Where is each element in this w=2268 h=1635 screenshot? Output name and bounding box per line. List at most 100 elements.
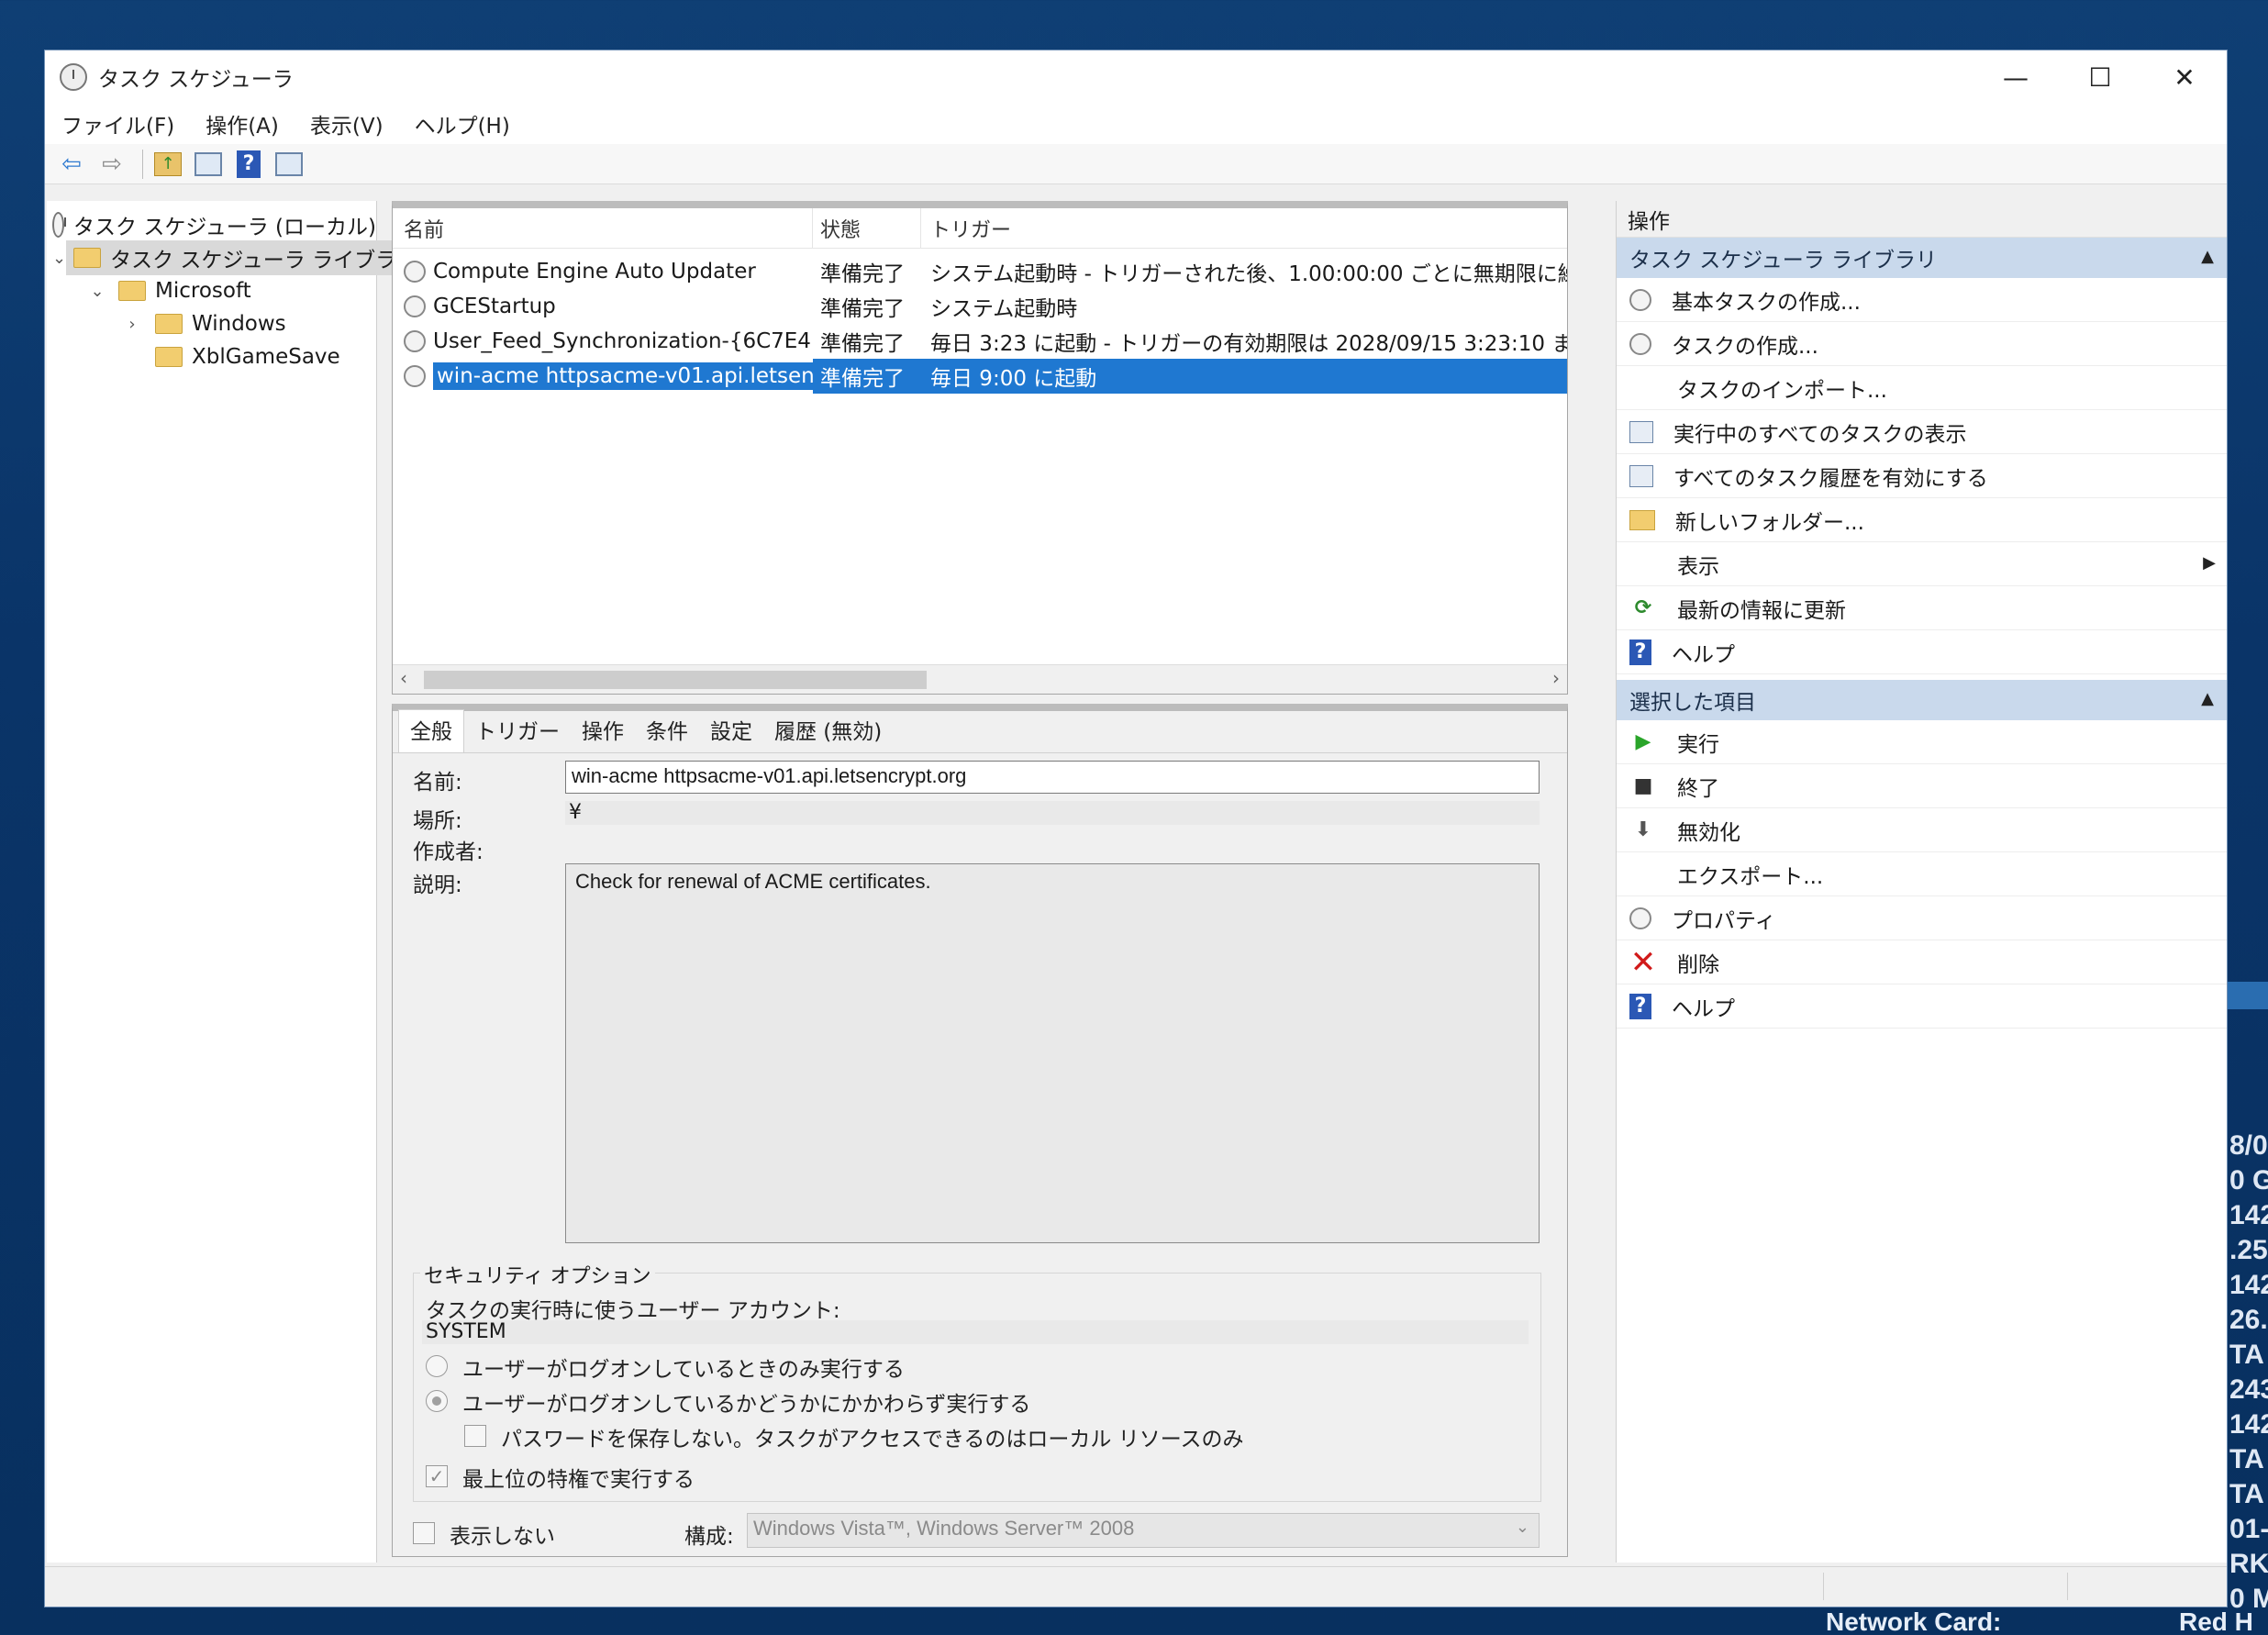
radio-run-whether-label: ユーザーがログオンしているかどうかにかかわらず実行する — [462, 1393, 1031, 1417]
tab-actions[interactable]: 操作 — [571, 714, 635, 752]
action-new-folder[interactable]: 新しいフォルダー... — [1617, 498, 2227, 542]
config-select[interactable]: Windows Vista™, Windows Server™ 2008 ⌄ — [747, 1513, 1540, 1548]
action-run[interactable]: ▶ 実行 — [1617, 720, 2227, 764]
scroll-left-icon[interactable]: ‹ — [400, 667, 407, 689]
section-library[interactable]: タスク スケジューラ ライブラリ ▲ — [1617, 238, 2227, 278]
menu-help[interactable]: ヘルプ(H) — [415, 108, 510, 139]
checkbox-highest-privileges[interactable]: ✓ — [426, 1465, 448, 1487]
menu-view[interactable]: 表示(V) — [310, 108, 384, 139]
action-label: ヘルプ — [1672, 996, 1735, 1021]
checkbox-no-password[interactable] — [464, 1425, 486, 1447]
tree-root[interactable]: タスク スケジューラ (ローカル) — [47, 208, 376, 241]
security-options-title: セキュリティ オプション — [420, 1260, 655, 1289]
table-row-selected[interactable]: win-acme httpsacme-v01.api.letsencr... 準… — [393, 359, 1567, 394]
action-create-basic-task[interactable]: 基本タスクの作成... — [1617, 278, 2227, 322]
checkbox-hidden[interactable] — [413, 1522, 435, 1544]
tab-conditions[interactable]: 条件 — [635, 714, 699, 752]
tree-library[interactable]: ⌄ タスク スケジューラ ライブラリ — [47, 240, 424, 275]
account-field: SYSTEM — [422, 1320, 1529, 1344]
scrollbar-thumb[interactable] — [424, 671, 927, 689]
chevron-right-icon[interactable]: › — [122, 315, 142, 334]
minimize-button[interactable]: — — [1973, 50, 2058, 104]
tree-xbl-label: XblGameSave — [192, 345, 340, 369]
maximize-button[interactable]: ☐ — [2058, 50, 2142, 104]
action-refresh[interactable]: ⟳ 最新の情報に更新 — [1617, 586, 2227, 630]
menu-action[interactable]: 操作(A) — [206, 108, 279, 139]
action-properties[interactable]: プロパティ — [1617, 896, 2227, 940]
column-trigger[interactable]: トリガー — [921, 208, 1567, 248]
tab-general[interactable]: 全般 — [398, 709, 464, 752]
menu-file[interactable]: ファイル(F) — [61, 108, 174, 139]
collapse-icon[interactable]: ▲ — [2201, 689, 2214, 708]
forward-arrow-icon[interactable]: ⇨ — [94, 148, 129, 181]
desktop-text-line: 142 — [2229, 1270, 2268, 1300]
radio-run-whether-logged-on[interactable] — [426, 1390, 448, 1412]
new-folder-icon — [1629, 509, 1655, 530]
section-selected-item[interactable]: 選択した項目 ▲ — [1617, 680, 2227, 720]
action-import-task[interactable]: タスクのインポート... — [1617, 366, 2227, 410]
radio-run-logged-on[interactable] — [426, 1355, 448, 1377]
collapse-icon[interactable]: ▲ — [2201, 247, 2214, 266]
toolbar: ⇦ ⇨ ↑ ? — [45, 144, 2227, 184]
table-row[interactable]: Compute Engine Auto Updater 準備完了 システム起動時… — [393, 254, 1567, 289]
scroll-right-icon[interactable]: › — [1552, 667, 1560, 689]
checkbox-no-password-label: パスワードを保存しない。タスクがアクセスできるのはローカル リソースのみ — [501, 1428, 1244, 1451]
action-delete[interactable]: ✕ 削除 — [1617, 940, 2227, 984]
tab-history[interactable]: 履歴 (無効) — [763, 714, 893, 752]
help-button[interactable]: ? — [231, 148, 266, 181]
desktop-text-line: RK — [2229, 1549, 2268, 1579]
task-details: 全般 トリガー 操作 条件 設定 履歴 (無効) 名前: win-acme ht… — [392, 704, 1568, 1557]
table-row[interactable]: User_Feed_Synchronization-{6C7E412... 準備… — [393, 324, 1567, 359]
action-show-running[interactable]: 実行中のすべてのタスクの表示 — [1617, 410, 2227, 454]
title-bar[interactable]: タスク スケジューラ — ☐ ✕ — [45, 50, 2227, 104]
console-tree-icon — [195, 151, 222, 176]
chevron-down-icon[interactable]: ⌄ — [52, 249, 66, 268]
action-label: 実行中のすべてのタスクの表示 — [1673, 422, 1967, 447]
description-field[interactable]: Check for renewal of ACME certificates. — [565, 863, 1540, 1243]
action-view[interactable]: 表示 ▶ — [1617, 542, 2227, 586]
desktop-text-line: 142 — [2229, 1409, 2268, 1440]
chevron-down-icon[interactable]: ⌄ — [87, 282, 107, 301]
radio-run-logged-on-label: ユーザーがログオンしているときのみ実行する — [462, 1358, 905, 1382]
show-tree-button[interactable] — [191, 148, 226, 181]
action-export[interactable]: エクスポート... — [1617, 852, 2227, 896]
name-field[interactable]: win-acme httpsacme-v01.api.letsencrypt.o… — [565, 761, 1540, 794]
action-enable-history[interactable]: すべてのタスク履歴を有効にする — [1617, 454, 2227, 498]
action-help-selected[interactable]: ? ヘルプ — [1617, 984, 2227, 1029]
action-label: 終了 — [1677, 776, 1719, 801]
tab-triggers[interactable]: トリガー — [464, 714, 571, 752]
task-name: GCEStartup — [433, 295, 556, 318]
tree-xblgamesave[interactable]: XblGameSave — [47, 340, 376, 373]
desktop-info-text: 8/0 0 G 142.25 142 26. TA 243 142 TA TA 01- RK 0 M — [2229, 1129, 2268, 1635]
tab-settings[interactable]: 設定 — [699, 714, 763, 752]
column-name[interactable]: 名前 — [393, 208, 813, 248]
desktop-text-line: TA — [2229, 1479, 2264, 1509]
action-label: エクスポート... — [1677, 864, 1824, 889]
column-state[interactable]: 状態 — [813, 208, 921, 248]
show-action-pane-button[interactable] — [272, 148, 306, 181]
toolbar-separator — [142, 149, 143, 179]
tree-microsoft[interactable]: ⌄ Microsoft — [47, 274, 376, 307]
tree-windows[interactable]: › Windows — [47, 307, 376, 340]
up-folder-button[interactable]: ↑ — [150, 148, 185, 181]
create-task-icon — [1629, 332, 1651, 355]
close-button[interactable]: ✕ — [2142, 50, 2227, 104]
action-end[interactable]: ■ 終了 — [1617, 764, 2227, 808]
action-disable[interactable]: ⬇ 無効化 — [1617, 808, 2227, 852]
action-label: すべてのタスク履歴を有効にする — [1673, 466, 1988, 491]
actions-pane: 操作 タスク スケジューラ ライブラリ ▲ 基本タスクの作成... タスクの作成… — [1616, 201, 2227, 1563]
action-help[interactable]: ? ヘルプ — [1617, 630, 2227, 674]
horizontal-scrollbar[interactable]: ‹ › — [393, 664, 1567, 694]
blank-icon — [1629, 551, 1657, 578]
blank-icon — [1629, 374, 1657, 402]
tree-windows-label: Windows — [192, 312, 286, 336]
back-arrow-icon[interactable]: ⇦ — [54, 148, 89, 181]
play-icon: ▶ — [1635, 730, 1651, 753]
table-row[interactable]: GCEStartup 準備完了 システム起動時 — [393, 289, 1567, 324]
stop-icon: ■ — [1633, 774, 1653, 797]
clock-icon — [404, 330, 426, 352]
action-create-task[interactable]: タスクの作成... — [1617, 322, 2227, 366]
history-icon — [1629, 464, 1653, 487]
desktop-network-label: Network Card: — [1826, 1607, 2002, 1635]
task-state: 準備完了 — [820, 297, 905, 321]
